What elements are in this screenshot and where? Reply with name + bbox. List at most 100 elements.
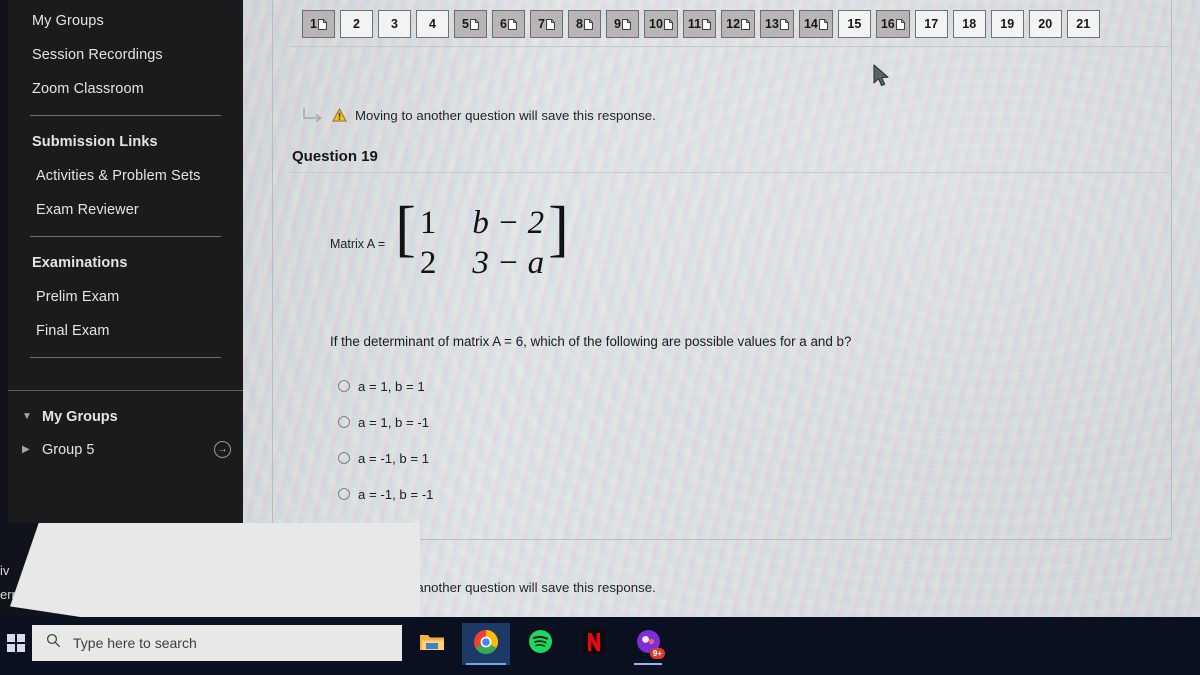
taskbar-app-messaging[interactable]: 9+ (624, 623, 672, 665)
answer-option-label: a = -1, b = 1 (358, 450, 430, 466)
save-notice-top-text: Moving to another question will save thi… (355, 107, 656, 123)
sidebar-group-row[interactable]: ▶ Group 5 → (8, 433, 243, 466)
radio-button-icon[interactable] (338, 488, 350, 500)
answer-options-list[interactable]: a = 1, b = 1 a = 1, b = -1 a = -1, b = 1 a … (338, 368, 434, 512)
question-nav-button-16[interactable]: 16 (875, 10, 910, 38)
question-nav-number: 20 (1038, 16, 1053, 31)
question-nav-button-13[interactable]: 13 (760, 10, 794, 38)
save-notice-top: Moving to another question will save thi… (302, 106, 656, 124)
radio-button-icon[interactable] (338, 452, 350, 464)
question-nav-button-1[interactable]: 1 (302, 10, 335, 38)
answer-option-4[interactable]: a = -1, b = -1 (338, 476, 434, 512)
sidebar-top-items[interactable]: My Groups Session Recordings Zoom Classroo… (8, 4, 243, 106)
document-icon (780, 18, 789, 30)
course-sidebar[interactable]: My Groups Session Recordings Zoom Classroo… (8, 0, 243, 523)
document-icon (664, 18, 673, 30)
question-nav-button-11[interactable]: 11 (682, 10, 717, 38)
answer-option-label: a = 1, b = -1 (358, 414, 430, 430)
question-nav-number: 10 (649, 16, 663, 31)
matrix-block: Matrix A = [ 1 b − 2 2 3 − a ] (330, 195, 569, 283)
taskbar-app-file-explorer[interactable] (408, 623, 456, 665)
sidebar-divider-1 (30, 115, 221, 116)
question-nav-button-3[interactable]: 3 (378, 10, 411, 38)
taskbar-app-google-chrome[interactable] (462, 623, 510, 665)
question-nav-button-4[interactable]: 4 (416, 10, 449, 38)
netflix-icon (583, 629, 605, 659)
windows-taskbar[interactable]: Type here to search 9+ (0, 617, 1200, 675)
foreground-paper-occlusion (10, 523, 420, 620)
question-heading: Question 19 (292, 148, 378, 165)
radio-button-icon[interactable] (338, 380, 350, 392)
taskbar-search-box[interactable]: Type here to search (32, 625, 402, 661)
question-nav-button-20[interactable]: 20 (1028, 10, 1062, 38)
notification-badge: 9+ (649, 648, 665, 659)
question-nav-number: 3 (391, 16, 398, 31)
matrix-cell-r2c2: 3 − a (472, 244, 545, 281)
sidebar-item-my-groups[interactable]: My Groups (8, 4, 243, 38)
question-nav-number: 11 (687, 16, 702, 31)
sidebar-group-list[interactable]: ▶ Group 5 → (8, 433, 243, 466)
question-nav-button-10[interactable]: 10 (644, 10, 678, 38)
question-nav-number: 16 (880, 16, 895, 31)
answer-option-1[interactable]: a = 1, b = 1 (338, 368, 434, 404)
document-icon (508, 18, 517, 30)
sidebar-exam-items[interactable]: Prelim Exam Final Exam (8, 280, 243, 348)
answer-option-2[interactable]: a = 1, b = -1 (338, 404, 434, 440)
sidebar-my-groups-header[interactable]: ▼ My Groups (8, 400, 243, 433)
sidebar-divider-3 (30, 357, 221, 358)
sidebar-item-session-recordings[interactable]: Session Recordings (8, 38, 243, 72)
document-icon (741, 18, 750, 30)
question-nav-button-14[interactable]: 14 (798, 10, 833, 38)
mouse-cursor (872, 64, 892, 95)
occluded-window-fragment-top: iv (0, 563, 10, 578)
answer-option-label: a = 1, b = 1 (358, 378, 425, 394)
taskbar-app-netflix[interactable] (570, 623, 618, 665)
spotify-icon (528, 629, 553, 659)
sidebar-divider-2 (30, 236, 221, 237)
answer-option-label: a = -1, b = -1 (358, 486, 434, 502)
document-icon (895, 18, 905, 30)
question-nav-button-12[interactable]: 12 (721, 10, 756, 38)
question-nav-button-5[interactable]: 5 (454, 10, 487, 38)
taskbar-app-icons[interactable]: 9+ (408, 623, 672, 665)
sidebar-item-exam-reviewer[interactable]: Exam Reviewer (8, 193, 243, 227)
answer-option-3[interactable]: a = -1, b = 1 (338, 440, 434, 476)
question-nav-number: 12 (726, 16, 741, 31)
chevron-right-icon[interactable]: ▶ (22, 444, 36, 455)
sidebar-submission-items[interactable]: Activities & Problem Sets Exam Reviewer (8, 159, 243, 227)
question-nav-button-2[interactable]: 2 (340, 10, 373, 38)
question-nav-button-7[interactable]: 7 (530, 10, 563, 38)
sidebar-item-zoom-classroom[interactable]: Zoom Classroom (8, 72, 243, 106)
sidebar-item-label: Activities & Problem Sets (36, 167, 201, 184)
question-nav-number: 19 (1000, 16, 1015, 31)
matrix-grid: 1 b − 2 2 3 − a (416, 205, 548, 283)
question-nav-button-18[interactable]: 18 (952, 10, 986, 38)
document-icon (470, 18, 479, 30)
sidebar-item-activities-problem-sets[interactable]: Activities & Problem Sets (8, 159, 243, 193)
radio-button-icon[interactable] (338, 416, 350, 428)
matrix-left-bracket: [ (395, 195, 416, 263)
chrome-icon (473, 629, 499, 660)
document-icon (702, 18, 711, 30)
sidebar-item-final-exam[interactable]: Final Exam (8, 314, 243, 348)
question-nav-button-15[interactable]: 15 (837, 10, 871, 38)
question-navigation-bar[interactable]: 1 2 3 4 5 6 7 8 9 10 11 12 13 14 15 16 17 18 19 20 21 (302, 10, 1192, 42)
question-nav-button-9[interactable]: 9 (606, 10, 639, 38)
sidebar-item-prelim-exam[interactable]: Prelim Exam (8, 280, 243, 314)
taskbar-app-spotify[interactable] (516, 623, 564, 665)
question-nav-button-8[interactable]: 8 (568, 10, 601, 38)
question-nav-button-17[interactable]: 17 (914, 10, 948, 38)
question-prompt: If the determinant of matrix A = 6, whic… (330, 334, 852, 349)
question-nav-button-6[interactable]: 6 (492, 10, 525, 38)
group-open-arrow-icon[interactable]: → (214, 441, 231, 458)
sidebar-my-groups-label: My Groups (42, 408, 118, 425)
question-nav-button-19[interactable]: 19 (990, 10, 1024, 38)
question-heading-divider (290, 172, 1170, 173)
question-nav-number: 13 (765, 16, 779, 31)
matrix-cell-r1c1: 1 (419, 205, 437, 241)
sidebar-item-label: Prelim Exam (36, 288, 120, 305)
question-nav-number: 21 (1076, 16, 1091, 31)
windows-start-button[interactable] (2, 629, 30, 657)
matrix-right-bracket: ] (548, 195, 569, 263)
question-nav-button-21[interactable]: 21 (1066, 10, 1100, 38)
